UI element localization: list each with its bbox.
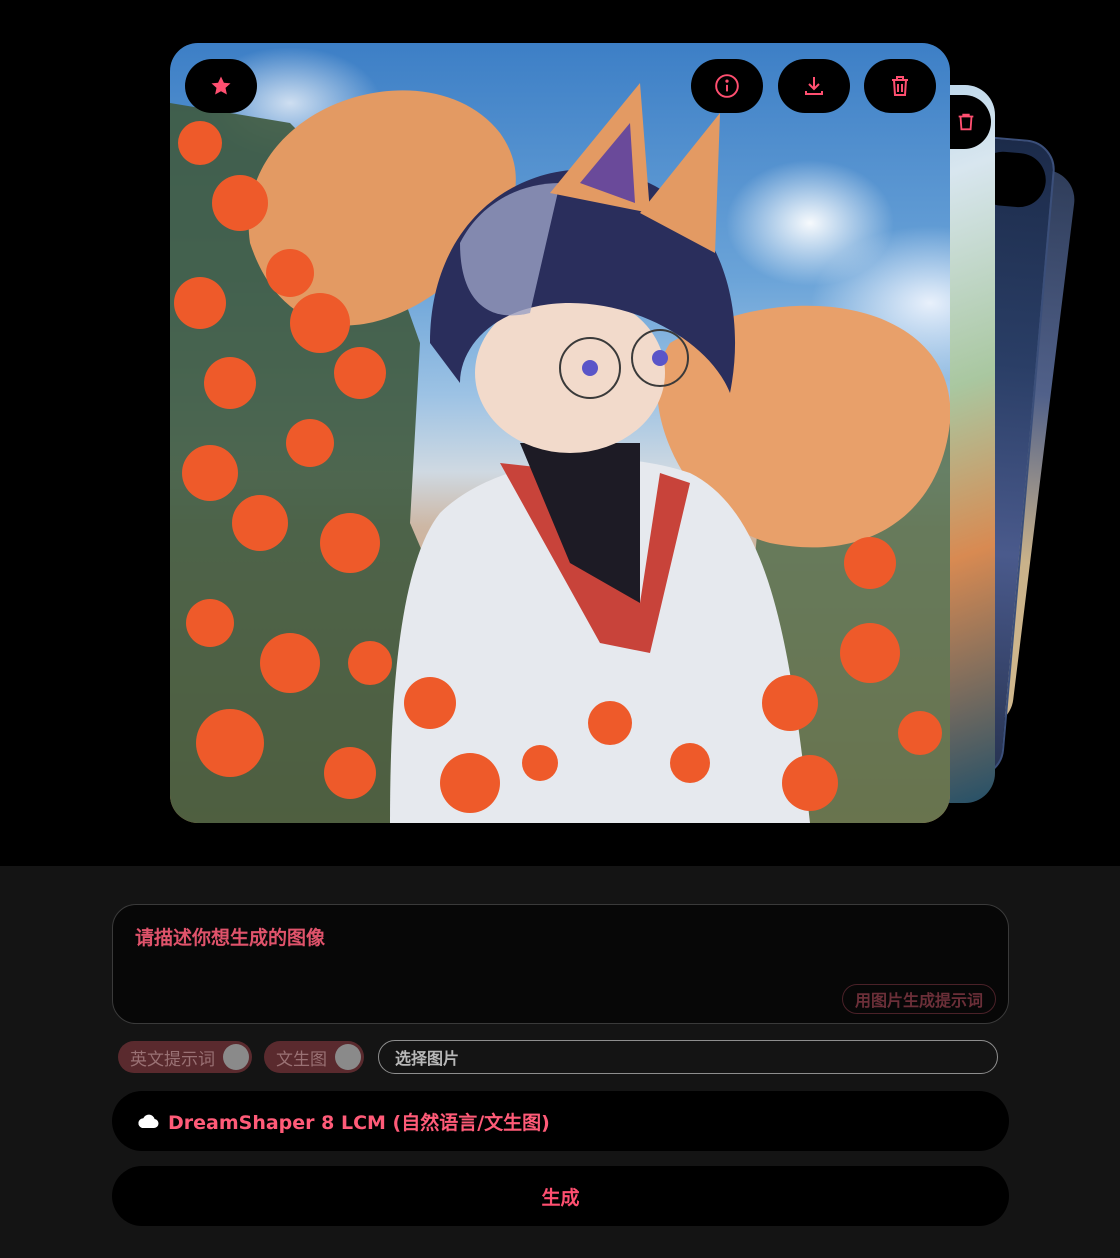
prompt-input[interactable] xyxy=(135,923,986,983)
main-image-card[interactable] xyxy=(170,43,950,823)
delete-button[interactable] xyxy=(864,59,936,113)
options-row: 英文提示词 文生图 选择图片 xyxy=(118,1040,998,1074)
generate-button[interactable]: 生成 xyxy=(112,1166,1009,1226)
info-button[interactable] xyxy=(691,59,763,113)
image-to-prompt-button[interactable]: 用图片生成提示词 xyxy=(841,984,996,1014)
download-icon xyxy=(805,77,823,95)
generation-panel: 用图片生成提示词 英文提示词 文生图 选择图片 DreamShaper 8 LC… xyxy=(0,866,1120,1258)
text-to-image-toggle[interactable]: 文生图 xyxy=(264,1041,364,1073)
image-gallery xyxy=(0,0,1120,866)
english-prompt-toggle[interactable]: 英文提示词 xyxy=(118,1041,252,1073)
favorite-button[interactable] xyxy=(185,59,257,113)
download-button[interactable] xyxy=(778,59,850,113)
choose-image-label: 选择图片 xyxy=(395,1049,460,1068)
info-icon xyxy=(715,74,739,98)
model-label: DreamShaper 8 LCM (自然语言/文生图) xyxy=(168,1111,550,1134)
generated-image xyxy=(170,83,950,823)
toggle-knob xyxy=(335,1044,361,1070)
choose-image-field[interactable]: 选择图片 xyxy=(378,1040,998,1074)
english-prompt-label: 英文提示词 xyxy=(130,1049,215,1070)
star-icon xyxy=(211,76,231,95)
prompt-box: 用图片生成提示词 xyxy=(112,904,1009,1024)
text-to-image-label: 文生图 xyxy=(276,1049,327,1070)
trash-icon xyxy=(892,76,908,96)
model-selector[interactable]: DreamShaper 8 LCM (自然语言/文生图) xyxy=(112,1091,1009,1151)
cloud-icon xyxy=(138,1114,159,1128)
toggle-knob xyxy=(223,1044,249,1070)
trash-icon xyxy=(958,113,974,131)
